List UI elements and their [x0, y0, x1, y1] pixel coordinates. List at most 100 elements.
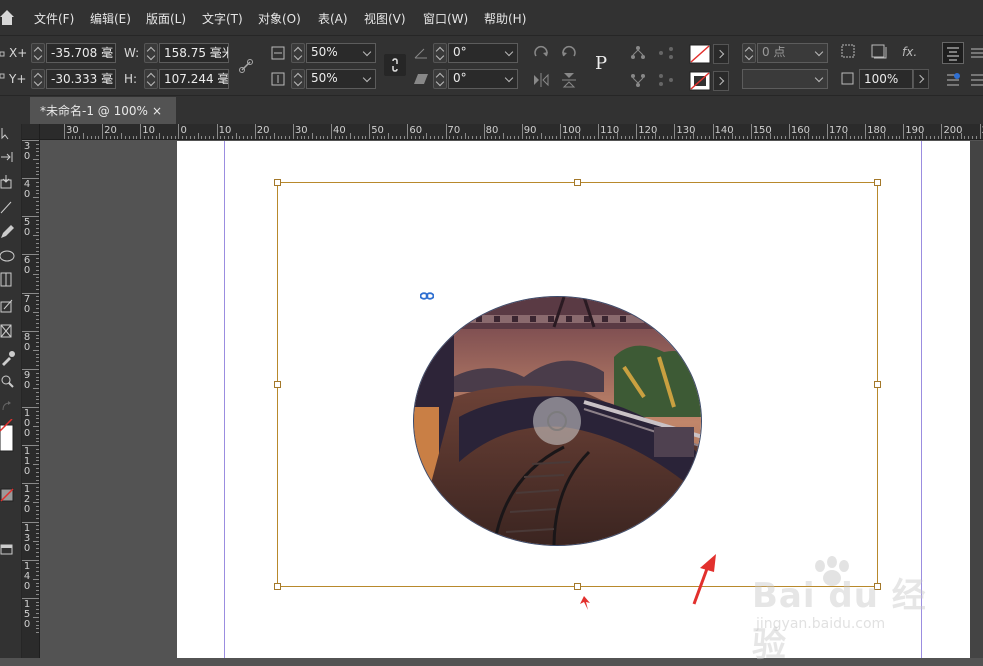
- line-tool-icon[interactable]: [0, 200, 16, 214]
- x-stepper[interactable]: [31, 43, 45, 63]
- stroke-weight-dropdown[interactable]: 0 点: [757, 43, 828, 63]
- menu-help[interactable]: 帮助(H): [484, 10, 526, 27]
- screen-mode-icon[interactable]: [0, 542, 16, 558]
- content-collector-tool-icon[interactable]: [0, 174, 16, 190]
- align-button[interactable]: [942, 42, 964, 64]
- fill-menu-button[interactable]: [713, 44, 729, 64]
- ruler-h-tick: [819, 136, 821, 139]
- ruler-v-tick: [36, 384, 39, 386]
- ruler-h-tick: [426, 133, 428, 139]
- distribute-columns-icon[interactable]: [969, 72, 983, 88]
- stroke-weight-value[interactable]: 0 点: [758, 43, 813, 63]
- drop-shadow-icon[interactable]: [841, 44, 857, 60]
- flip-horizontal-icon[interactable]: [532, 71, 550, 89]
- apply-none-icon[interactable]: [0, 488, 16, 504]
- frame-handle-top-left[interactable]: [274, 179, 281, 186]
- frame-handle-bottom[interactable]: [574, 583, 581, 590]
- close-icon[interactable]: ×: [152, 97, 162, 125]
- frame-handle-right[interactable]: [874, 381, 881, 388]
- ruler-h-tick: [701, 136, 703, 139]
- scale-y-value[interactable]: 50%: [307, 69, 361, 89]
- stroke-swatch-icon[interactable]: [689, 71, 711, 91]
- stroke-type-dropdown[interactable]: [742, 69, 828, 89]
- frame-handle-left[interactable]: [274, 381, 281, 388]
- shear-dropdown[interactable]: 0°: [448, 69, 518, 89]
- ellipse-tool-icon[interactable]: [0, 248, 16, 264]
- stroke-weight-stepper[interactable]: [742, 43, 756, 63]
- align-lines-icon[interactable]: [969, 46, 983, 62]
- home-icon[interactable]: [0, 8, 14, 26]
- y-position-field[interactable]: -30.333 毫: [46, 69, 116, 89]
- stroke-menu-button[interactable]: [713, 71, 729, 91]
- height-field[interactable]: 107.244 毫: [159, 69, 229, 89]
- select-content-icon[interactable]: [629, 72, 647, 88]
- rotate-ccw-icon[interactable]: [560, 44, 578, 62]
- ruler-v-tick: [36, 372, 39, 374]
- ruler-h-tick: [502, 133, 504, 139]
- horizontal-ruler[interactable]: 30 20 10 0 10 20 30 40 50 60 70 80 90 100 110 120 130 140…: [40, 124, 983, 140]
- constrain-proportions-icon[interactable]: [238, 58, 254, 74]
- menu-window[interactable]: 窗口(W): [423, 10, 468, 27]
- rotate-value[interactable]: 0°: [449, 43, 503, 63]
- h-stepper[interactable]: [144, 69, 158, 89]
- opacity-field[interactable]: 100%: [859, 69, 913, 89]
- effects-fx-label[interactable]: fx.: [902, 45, 917, 59]
- shear-stepper[interactable]: [433, 69, 447, 89]
- gap-tool-icon[interactable]: [0, 150, 16, 164]
- menu-file[interactable]: 文件(F): [34, 10, 74, 27]
- menu-table[interactable]: 表(A): [318, 10, 348, 27]
- gradient-swatch-tool-icon[interactable]: [0, 324, 16, 340]
- menu-view[interactable]: 视图(V): [364, 10, 406, 27]
- direct-selection-tool-icon[interactable]: [0, 126, 16, 140]
- select-previous-icon[interactable]: [657, 45, 675, 61]
- scale-y-dropdown[interactable]: 50%: [306, 69, 376, 89]
- scale-x-value[interactable]: 50%: [307, 43, 361, 63]
- free-transform-tool-icon[interactable]: [0, 298, 16, 314]
- distribute-icon[interactable]: [945, 72, 961, 88]
- rectangle-frame-tool-icon[interactable]: [0, 272, 16, 288]
- fill-stroke-swatch-icon[interactable]: [0, 419, 16, 453]
- width-field[interactable]: 158.75 毫米: [159, 43, 229, 63]
- scale-x-stepper[interactable]: [291, 43, 305, 63]
- eyedropper-tool-icon[interactable]: [0, 350, 16, 366]
- rotate-cw-icon[interactable]: [532, 44, 550, 62]
- flip-vertical-icon[interactable]: [560, 71, 578, 89]
- link-badge-icon[interactable]: [419, 290, 435, 304]
- frame-handle-top[interactable]: [574, 179, 581, 186]
- menu-edit[interactable]: 编辑(E): [90, 10, 131, 27]
- frame-handle-top-right[interactable]: [874, 179, 881, 186]
- ruler-v-tick: [36, 548, 39, 550]
- swap-colors-icon[interactable]: [0, 400, 16, 414]
- menu-layout[interactable]: 版面(L): [146, 10, 186, 27]
- frame-handle-bottom-left[interactable]: [274, 583, 281, 590]
- w-stepper[interactable]: [144, 43, 158, 63]
- y-stepper[interactable]: [31, 69, 45, 89]
- menu-type[interactable]: 文字(T): [202, 10, 243, 27]
- ruler-h-tick: [670, 136, 672, 139]
- x-position-field[interactable]: -35.708 毫: [46, 43, 116, 63]
- select-next-icon[interactable]: [657, 72, 675, 88]
- document-tab[interactable]: *未命名-1 @ 100% ×: [30, 97, 176, 125]
- zoom-tool-icon[interactable]: [0, 374, 16, 390]
- select-container-icon[interactable]: [629, 45, 647, 61]
- scale-y-stepper[interactable]: [291, 69, 305, 89]
- rotate-stepper[interactable]: [433, 43, 447, 63]
- reference-point-icon[interactable]: [0, 46, 6, 84]
- constrain-scale-button[interactable]: [384, 54, 406, 76]
- shear-value[interactable]: 0°: [449, 69, 503, 89]
- text-wrap-button[interactable]: P: [588, 50, 614, 78]
- ruler-origin[interactable]: [22, 124, 40, 140]
- shadow-box-icon[interactable]: [871, 44, 887, 60]
- ruler-h-tick: [357, 136, 359, 139]
- margin-guide-left[interactable]: [224, 141, 225, 658]
- ruler-h-tick: [472, 136, 474, 139]
- vertical-ruler[interactable]: 3 0 4 0 5 0 6 0 7 0 8 0 9 0 1 0 0 1 1 0 1 2 0 1 3 …: [22, 140, 40, 658]
- scale-x-dropdown[interactable]: 50%: [306, 43, 376, 63]
- rotate-dropdown[interactable]: 0°: [448, 43, 518, 63]
- menu-object[interactable]: 对象(O): [258, 10, 301, 27]
- pencil-tool-icon[interactable]: [0, 224, 16, 240]
- fill-swatch-icon[interactable]: [689, 44, 711, 64]
- ruler-h-tick: [678, 136, 680, 139]
- content-grabber-ring-icon[interactable]: [547, 411, 567, 431]
- opacity-menu-button[interactable]: [913, 69, 929, 89]
